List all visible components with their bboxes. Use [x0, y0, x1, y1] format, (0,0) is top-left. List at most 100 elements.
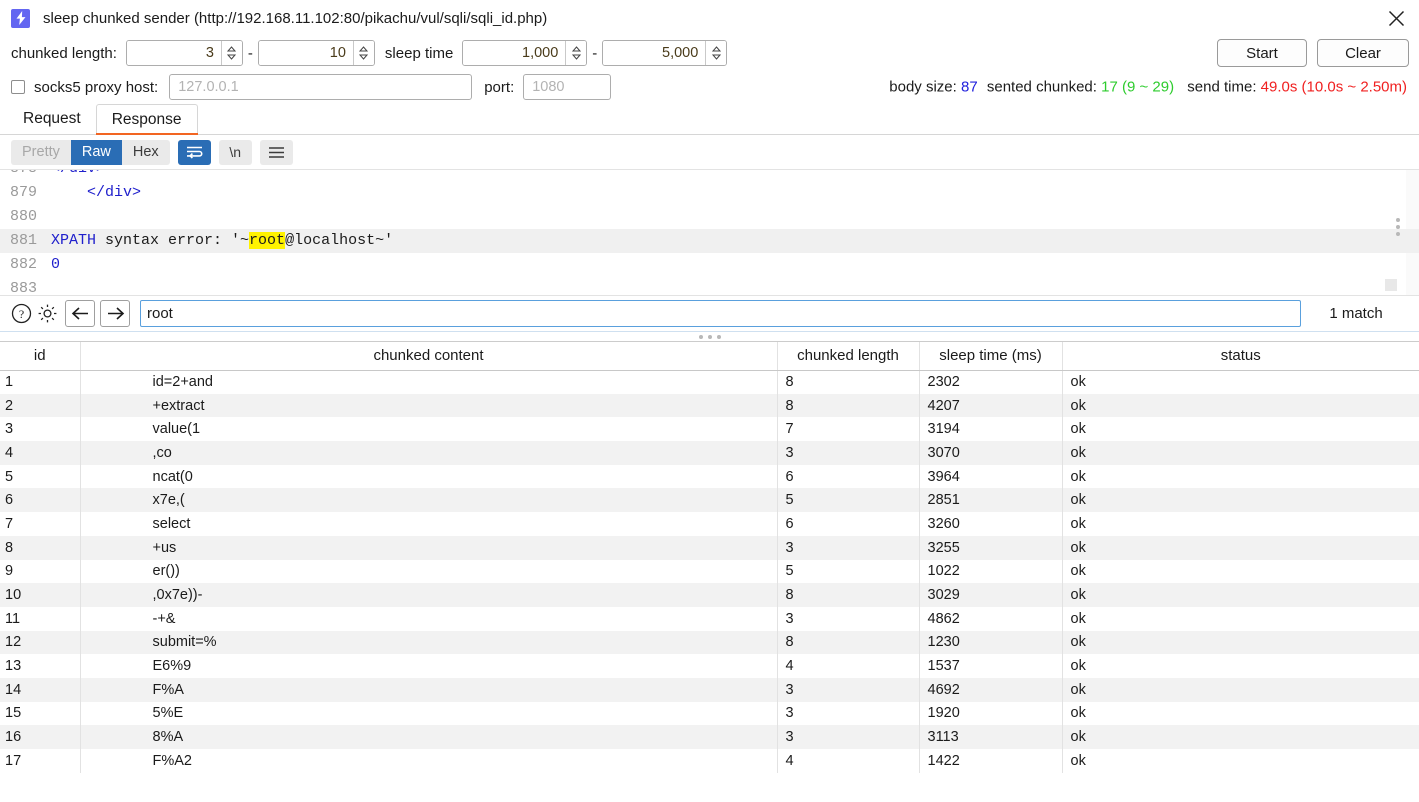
view-mode-hex[interactable]: Hex: [121, 139, 170, 165]
chunked-length-max-spinner-arrows[interactable]: [352, 41, 374, 65]
cell-chunked-length: 3: [777, 606, 920, 631]
svg-text:?: ?: [18, 307, 23, 321]
scrollbar-thumb[interactable]: [1385, 279, 1397, 291]
table-row[interactable]: 4 ,co 3 3070 ok: [0, 441, 1419, 465]
sleep-time-min-spinner-arrows[interactable]: [565, 41, 587, 65]
panel-splitter[interactable]: [0, 331, 1419, 341]
start-button[interactable]: Start: [1217, 39, 1307, 67]
cell-sleep-time: 3964: [919, 464, 1063, 489]
cell-status: ok: [1070, 705, 1086, 722]
cell-chunked-content: value(1: [80, 417, 778, 442]
port-label: port:: [484, 78, 515, 96]
sleep-time-max-spinner-arrows[interactable]: [705, 41, 727, 65]
tab-request[interactable]: Request: [8, 104, 96, 134]
sleep-time-label: sleep time: [384, 44, 454, 62]
chunked-length-max-stepper[interactable]: 10: [257, 40, 375, 66]
chunked-length-min-spinner-arrows[interactable]: [220, 41, 242, 65]
chunked-length-min-stepper[interactable]: 3: [125, 40, 243, 66]
cell-sleep-time: 3029: [919, 583, 1063, 607]
cell-sleep-time: 3113: [919, 725, 1063, 749]
newline-icon[interactable]: \n: [218, 139, 252, 165]
word-wrap-icon[interactable]: [177, 139, 211, 165]
view-mode-segment: Pretty Raw Hex: [11, 139, 170, 165]
socks5-proxy-checkbox[interactable]: [11, 80, 25, 94]
arrow-right-icon[interactable]: [100, 300, 130, 327]
cell-id: 10: [0, 583, 81, 607]
sleep-time-min-value[interactable]: 1,000: [463, 41, 566, 65]
sented-chunked-value: 17: [1101, 78, 1118, 96]
cell-chunked-length: 5: [777, 488, 920, 513]
cell-id: 12: [0, 630, 81, 655]
table-row[interactable]: 10,0x7e))- 8 3029 ok: [0, 583, 1419, 607]
cell-chunked-length: 6: [777, 464, 920, 489]
column-header-status[interactable]: status: [1062, 342, 1419, 371]
table-row[interactable]: 1 id=2+and 8 2302 ok: [0, 370, 1419, 394]
cell-chunked-content: ,co: [80, 441, 778, 465]
window-title: sleep chunked sender (http://192.168.11.…: [43, 9, 548, 27]
hamburger-menu-icon[interactable]: [259, 139, 293, 165]
column-header-id[interactable]: id: [0, 342, 81, 371]
line-number: 878: [0, 170, 44, 181]
table-row[interactable]: 13 E6%9 4 1537 ok: [0, 654, 1419, 678]
cell-chunked-length: 3: [777, 441, 920, 465]
table-row[interactable]: 16 8%A 3 3113 ok: [0, 725, 1419, 749]
table-row[interactable]: 15 5%E 3 1920 ok: [0, 701, 1419, 726]
cell-chunked-content: er()): [80, 559, 778, 584]
table-row[interactable]: 5 ncat(0 6 3964 ok: [0, 464, 1419, 489]
sleep-time-max-value[interactable]: 5,000: [603, 41, 706, 65]
table-row[interactable]: 11 -+& 3 4862 ok: [0, 606, 1419, 631]
column-header-chunked-length[interactable]: chunked length: [777, 342, 920, 371]
response-body-viewer[interactable]: 878 </div> 879 </div> 880 881 XPATH synt…: [0, 170, 1419, 295]
cell-chunked-length: 8: [777, 370, 920, 394]
proxy-host-input[interactable]: [169, 74, 473, 100]
gear-icon[interactable]: [34, 301, 60, 327]
table-row[interactable]: 6 x7e,(5 2851 ok: [0, 488, 1419, 513]
table-row[interactable]: 3 value(1 7 3194 ok: [0, 417, 1419, 442]
cell-status: ok: [1062, 393, 1419, 418]
sleep-time-max-stepper[interactable]: 5,000: [602, 40, 728, 66]
line-number: 882: [9, 256, 37, 273]
cell-chunked-length: 4: [777, 654, 920, 678]
column-header-chunked-content[interactable]: chunked content: [80, 342, 778, 371]
code-line: 880: [0, 205, 1419, 229]
cell-sleep-time: 3070: [919, 441, 1063, 465]
tab-response[interactable]: Response: [95, 104, 198, 135]
cell-id: 11: [0, 606, 81, 631]
view-mode-pretty[interactable]: Pretty: [11, 139, 71, 165]
viewer-drag-handle[interactable]: [1396, 218, 1400, 236]
clear-button[interactable]: Clear: [1317, 39, 1409, 67]
sleep-time-min-stepper[interactable]: 1,000: [462, 40, 588, 66]
table-row[interactable]: 7 select 6 3260 ok: [0, 512, 1419, 536]
column-header-sleep-time[interactable]: sleep time (ms): [919, 342, 1063, 371]
cell-id: 16: [0, 725, 81, 749]
proxy-port-input[interactable]: [523, 74, 612, 100]
cell-sleep-time: 4207: [919, 393, 1063, 418]
title-bar: sleep chunked sender (http://192.168.11.…: [0, 0, 1419, 36]
line-content: </div>: [87, 184, 142, 201]
cell-status: ok: [1062, 677, 1419, 702]
table-row[interactable]: 17 F%A2 4 1422 ok: [0, 749, 1419, 773]
cell-status: ok: [1062, 488, 1419, 513]
close-icon[interactable]: [1373, 0, 1419, 36]
arrow-left-icon[interactable]: [65, 300, 95, 327]
send-time-value: 49.0s: [1260, 78, 1298, 96]
code-line: 883: [0, 277, 1419, 295]
help-circle-icon[interactable]: ?: [8, 301, 34, 327]
table-row[interactable]: 12 submit=% 8 1230 ok: [0, 630, 1419, 655]
cell-chunked-content: x7e,(: [80, 488, 778, 513]
chunked-length-max-value[interactable]: 10: [258, 41, 353, 65]
search-match-highlight: root: [249, 232, 286, 249]
table-row[interactable]: 9 er()) 5 1022 ok: [0, 559, 1419, 584]
search-input[interactable]: [140, 300, 1301, 327]
table-row[interactable]: 2 +extract 8 4207 ok: [0, 393, 1419, 418]
view-mode-raw[interactable]: Raw: [70, 139, 122, 165]
table-row[interactable]: 8 +us 3 3255 ok: [0, 535, 1419, 560]
chunks-table-container[interactable]: id chunked content chunked length sleep …: [0, 341, 1419, 778]
cell-chunked-content: select: [80, 512, 778, 536]
chunked-length-min-value[interactable]: 3: [126, 41, 221, 65]
cell-chunked-length: 8: [777, 393, 920, 418]
cell-chunked-length: 7: [777, 417, 920, 442]
chunked-length-label: chunked length:: [11, 44, 117, 62]
cell-id: 8: [0, 535, 81, 560]
table-row[interactable]: 14 F%A 3 4692 ok: [0, 677, 1419, 702]
